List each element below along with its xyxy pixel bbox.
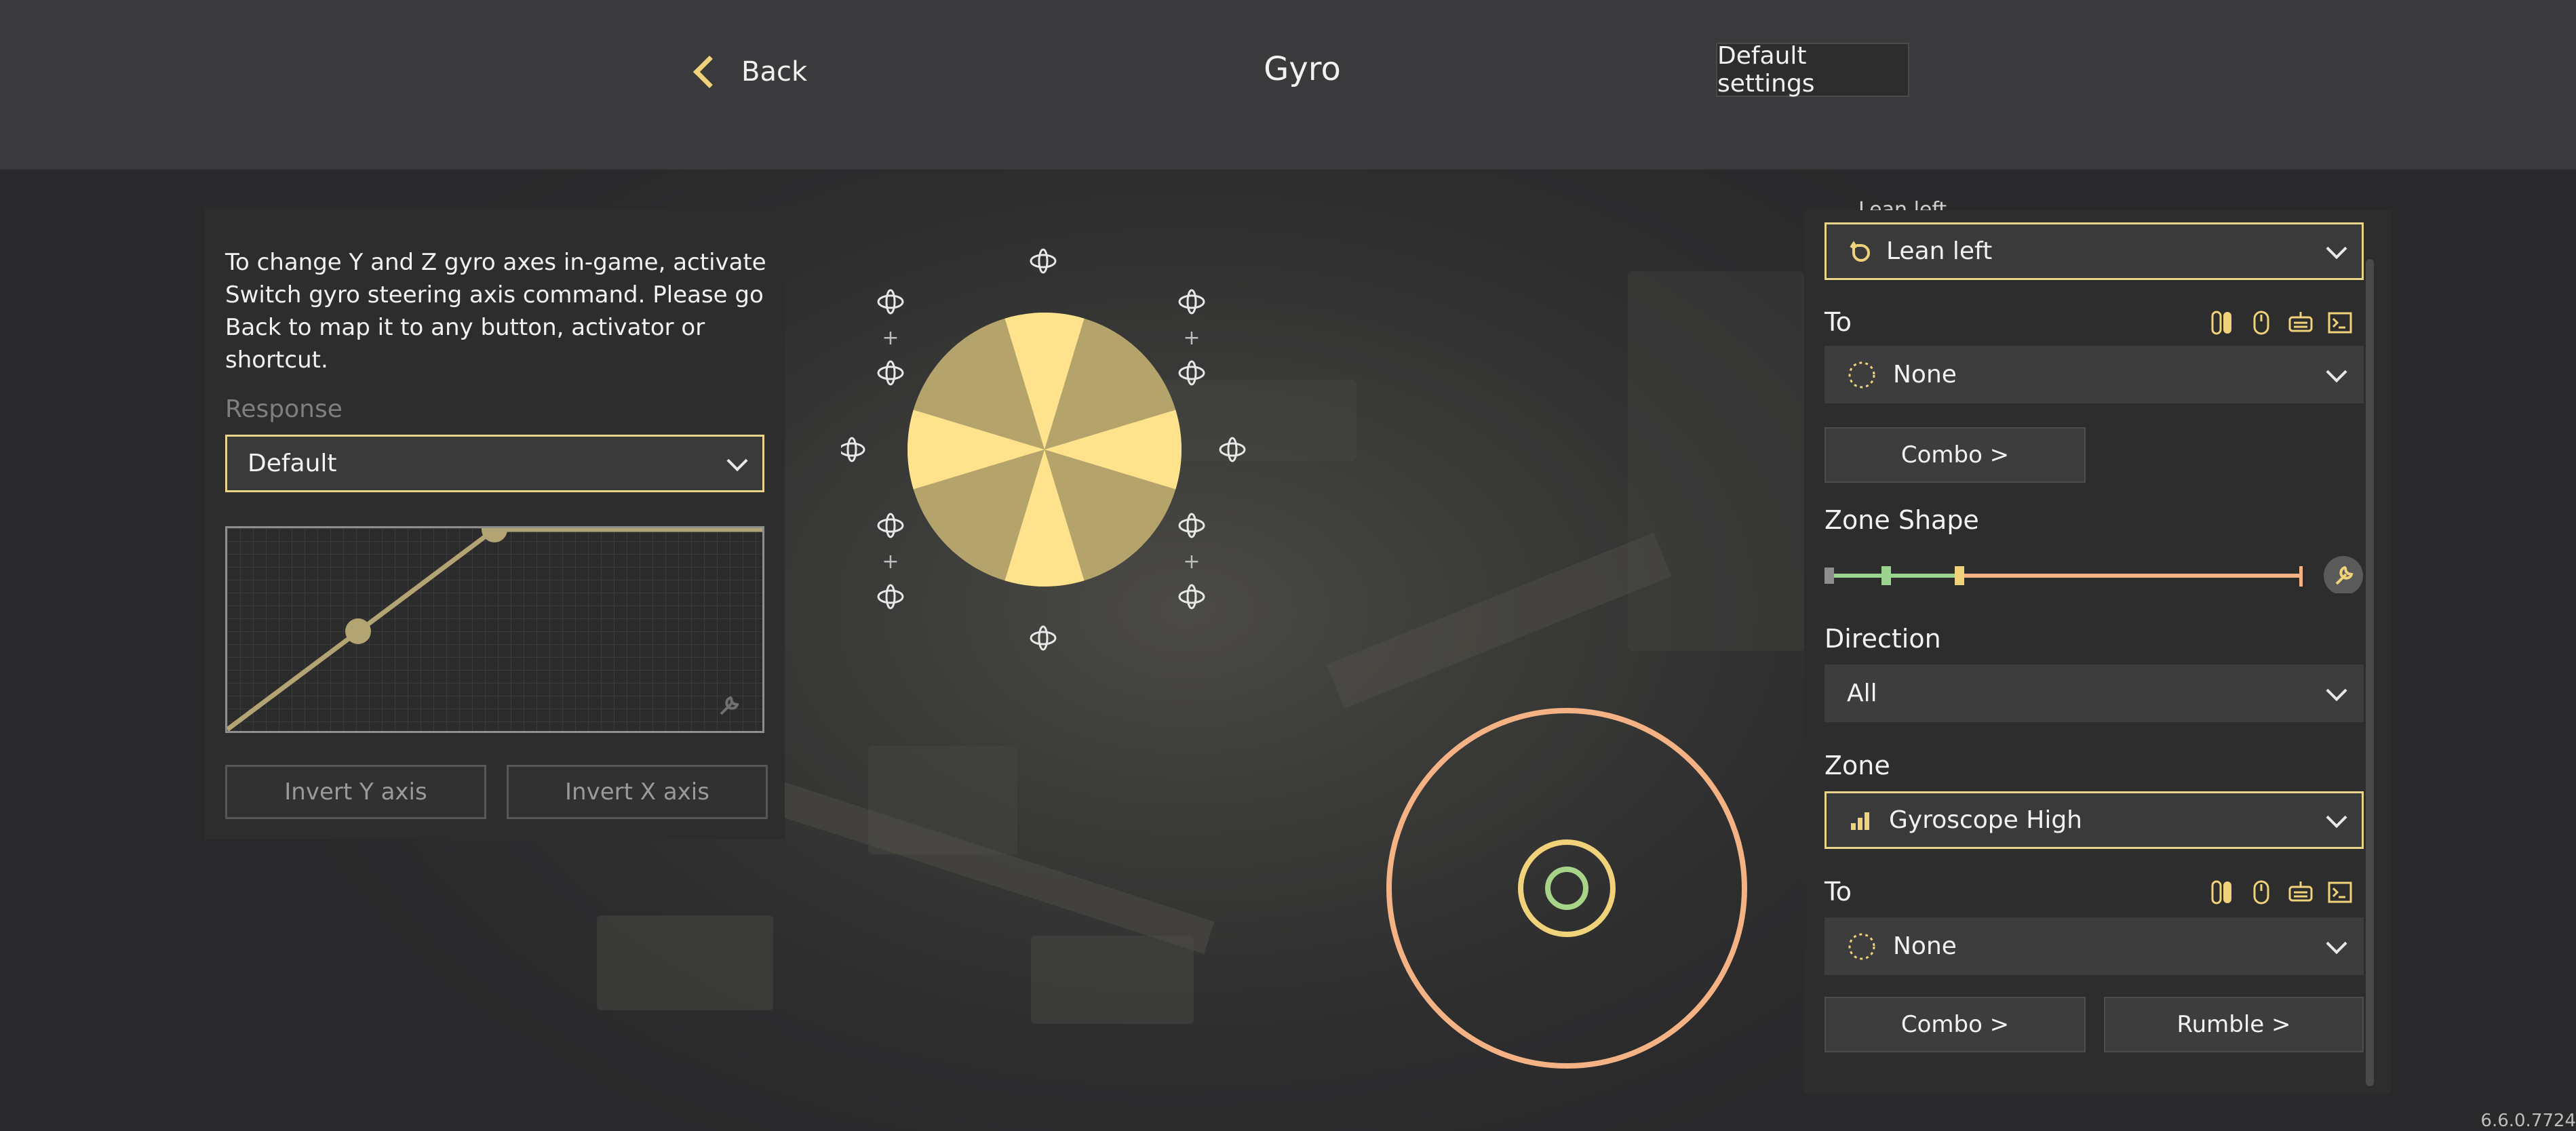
plus-icon: + bbox=[1183, 550, 1200, 574]
binding-type-icons-2 bbox=[2208, 879, 2354, 906]
chevron-down-icon bbox=[2326, 361, 2347, 382]
direction-value: All bbox=[1847, 679, 1877, 707]
binding-type-icons-1 bbox=[2208, 309, 2354, 336]
slider-handle-2[interactable] bbox=[1955, 566, 1964, 585]
slider-start-cap bbox=[1824, 568, 1834, 584]
combo-button-2[interactable]: Combo > bbox=[1824, 997, 2086, 1052]
gyro-axis-icon-downleft-a[interactable] bbox=[877, 513, 904, 538]
version-label: 6.6.0.7724 bbox=[2480, 1111, 2576, 1131]
curve-point-handle[interactable] bbox=[345, 618, 371, 644]
switch-controller-icon[interactable] bbox=[2208, 879, 2236, 906]
direction-label: Direction bbox=[1824, 624, 1941, 654]
response-curve-editor[interactable] bbox=[225, 526, 764, 733]
combo-button-1[interactable]: Combo > bbox=[1824, 427, 2086, 483]
chevron-down-icon bbox=[2326, 237, 2347, 259]
to-label-1: To bbox=[1824, 307, 1852, 337]
gyro-axis-icon-upright-b[interactable] bbox=[1178, 360, 1205, 386]
gyro-axis-icon-upleft-a[interactable] bbox=[877, 289, 904, 315]
gamepad-icon[interactable] bbox=[2287, 309, 2314, 336]
panel-scrollbar[interactable] bbox=[2366, 259, 2374, 1086]
action-dropdown[interactable]: Lean left bbox=[1824, 222, 2364, 280]
gyro-axis-icon-downright-b[interactable] bbox=[1178, 584, 1205, 610]
dashed-circle-icon bbox=[1848, 933, 1875, 959]
chevron-down-icon bbox=[2326, 679, 2347, 701]
plus-icon: + bbox=[882, 550, 899, 574]
zone-visualizer bbox=[1386, 708, 1747, 1069]
wrench-button[interactable] bbox=[2324, 556, 2363, 593]
terminal-icon[interactable] bbox=[2326, 879, 2354, 906]
chevron-left-icon bbox=[692, 55, 726, 89]
zone-dropdown[interactable]: Gyroscope High bbox=[1824, 791, 2364, 849]
page-title: Gyro bbox=[1264, 50, 1341, 88]
dashed-circle-icon bbox=[1848, 361, 1875, 388]
signal-bars-icon bbox=[1851, 812, 1869, 830]
back-button[interactable]: Back bbox=[688, 47, 807, 96]
mouse-icon[interactable] bbox=[2248, 309, 2275, 336]
chevron-down-icon bbox=[726, 450, 748, 471]
gyro-axis-icon-top[interactable] bbox=[1030, 248, 1057, 274]
gyro-axis-icon-upright-a[interactable] bbox=[1178, 289, 1205, 315]
gyro-axis-icon-left[interactable] bbox=[838, 437, 865, 462]
zone-core-ring bbox=[1545, 867, 1588, 910]
invert-y-button[interactable]: Invert Y axis bbox=[225, 765, 486, 819]
to-dropdown-1[interactable]: None bbox=[1824, 346, 2364, 403]
zone-inner-ring bbox=[1518, 839, 1616, 937]
zone-shape-label: Zone Shape bbox=[1824, 505, 1979, 535]
chevron-down-icon bbox=[2326, 932, 2347, 954]
header-bar: Back Gyro Default settings bbox=[0, 0, 2576, 170]
gamepad-icon[interactable] bbox=[2287, 879, 2314, 906]
response-dropdown[interactable]: Default bbox=[225, 435, 764, 492]
invert-x-button[interactable]: Invert X axis bbox=[507, 765, 768, 819]
gyro-axis-icon-upleft-b[interactable] bbox=[877, 360, 904, 386]
curve-end-handle[interactable] bbox=[482, 528, 507, 542]
gyro-axis-icon-downleft-b[interactable] bbox=[877, 584, 904, 610]
gyro-axis-icon-downright-a[interactable] bbox=[1178, 513, 1205, 538]
zone-label: Zone bbox=[1824, 751, 1890, 780]
gyro-info-text: To change Y and Z gyro axes in-game, act… bbox=[225, 249, 766, 374]
zone-outer-ring bbox=[1386, 708, 1747, 1069]
rotate-ccw-icon bbox=[1850, 240, 1870, 262]
to-dropdown-2[interactable]: None bbox=[1824, 917, 2364, 975]
chevron-down-icon bbox=[2326, 806, 2347, 828]
to-value-1: None bbox=[1893, 361, 1957, 389]
plus-icon: + bbox=[882, 326, 899, 350]
slider-end-cap bbox=[2299, 566, 2303, 587]
slider-handle-1[interactable] bbox=[1881, 566, 1891, 585]
wrench-icon[interactable] bbox=[720, 696, 739, 715]
action-value: Lean left bbox=[1886, 237, 1993, 265]
gyro-axis-icon-bottom[interactable] bbox=[1030, 625, 1057, 651]
direction-dropdown[interactable]: All bbox=[1824, 664, 2364, 722]
gyro-direction-wheel: + + + + bbox=[838, 234, 1248, 661]
zone-shape-slider[interactable] bbox=[1824, 553, 2387, 593]
switch-controller-icon[interactable] bbox=[2208, 309, 2236, 336]
mouse-icon[interactable] bbox=[2248, 879, 2275, 906]
response-value: Default bbox=[248, 450, 337, 477]
default-settings-button[interactable]: Default settings bbox=[1716, 42, 1909, 98]
to-value-2: None bbox=[1893, 932, 1957, 960]
rumble-button[interactable]: Rumble > bbox=[2104, 997, 2364, 1052]
to-label-2: To bbox=[1824, 877, 1852, 907]
back-label: Back bbox=[741, 56, 808, 87]
clipped-panel-title: Lean left bbox=[1858, 201, 1947, 210]
zone-value: Gyroscope High bbox=[1889, 806, 2082, 834]
plus-icon: + bbox=[1183, 326, 1200, 350]
terminal-icon[interactable] bbox=[2326, 309, 2354, 336]
binding-panel: Lean left To None Combo > Zone Shape Dir… bbox=[1804, 210, 2391, 1093]
response-panel: To change Y and Z gyro axes in-game, act… bbox=[205, 209, 785, 839]
response-label: Response bbox=[225, 395, 343, 423]
gyro-axis-icon-right[interactable] bbox=[1219, 437, 1246, 462]
